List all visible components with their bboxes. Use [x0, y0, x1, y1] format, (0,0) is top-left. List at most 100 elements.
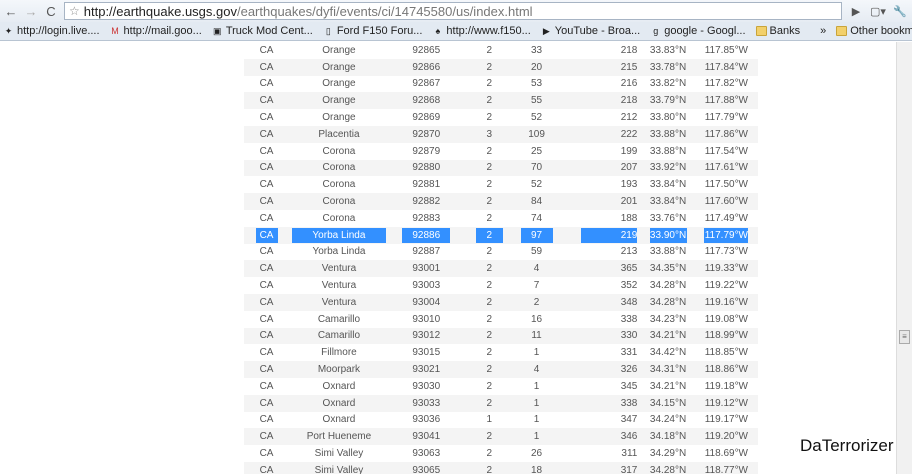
scrollbar-thumb[interactable]: ≡: [899, 330, 910, 344]
cell-latitude: 34.28°N: [641, 277, 694, 294]
cell-distance: 345: [558, 378, 641, 395]
distance-value: 345: [620, 380, 638, 392]
bookmark-item[interactable]: Banks: [755, 25, 800, 37]
table-row: CA Yorba Linda 92886 2 97 219 33.90°N 117.79°W: [244, 226, 758, 244]
state-value: CA: [259, 448, 274, 460]
cell-longitude: 118.85°W: [695, 344, 758, 361]
distance-value: 215: [620, 61, 638, 73]
bookmark-label: http://mail.goo...: [123, 25, 202, 37]
cell-latitude: 34.42°N: [641, 344, 694, 361]
cell-longitude: 119.18°W: [695, 378, 758, 395]
table-row: CA Moorpark 93021 2 4 326 34.31°N 118.86°W: [244, 361, 758, 378]
cell-latitude: 33.84°N: [641, 176, 694, 193]
city-value: Corona: [322, 145, 356, 157]
page-menu-icon[interactable]: ▢▾: [870, 5, 886, 18]
cell-longitude: 117.61°W: [694, 159, 758, 177]
state-value: CA: [259, 145, 274, 157]
city-value: Camarillo: [317, 330, 361, 342]
cell-distance: 215: [558, 58, 642, 76]
responses-value: 84: [530, 196, 543, 208]
cell-responses: 16: [515, 311, 559, 328]
longitude-value: 119.18°W: [704, 380, 748, 392]
city-value: Orange: [322, 61, 356, 73]
cell-longitude: 117.86°W: [694, 125, 758, 143]
cdi-value: 2: [486, 212, 493, 224]
distance-value: 212: [620, 112, 638, 124]
table-row: CA Orange 92865 2 33 218 33.83°N 117.85°W: [244, 42, 758, 59]
cell-latitude: 33.76°N: [641, 210, 694, 227]
distance-value: 317: [620, 464, 638, 474]
cdi-value: 2: [486, 380, 493, 392]
cell-state: CA: [244, 461, 290, 474]
cell-longitude: 119.22°W: [695, 277, 758, 294]
cell-zip: 92886: [388, 226, 464, 244]
longitude-value: 117.86°W: [704, 128, 748, 140]
state-value: CA: [259, 95, 274, 107]
zip-value: 93010: [412, 313, 441, 325]
longitude-value: 119.16°W: [704, 296, 748, 308]
latitude-value: 33.84°N: [649, 179, 687, 191]
cell-cdi: 2: [463, 394, 515, 412]
state-value: CA: [259, 78, 274, 90]
bookmarks-overflow-button[interactable]: »: [820, 25, 826, 37]
bookmark-item[interactable]: ▶ YouTube - Broa...: [541, 25, 640, 37]
bookmark-item[interactable]: g google - Googl...: [650, 25, 745, 37]
wrench-icon[interactable]: 🔧: [892, 5, 908, 18]
cell-state: CA: [244, 344, 289, 361]
folder-icon: [755, 26, 767, 36]
cell-distance: 207: [558, 159, 642, 177]
dyfi-zip-table: CA Orange 92865 2 33 218 33.83°N 117.85°W CA Oran…: [244, 42, 758, 474]
cdi-value: 2: [486, 313, 493, 325]
cell-zip: 92883: [389, 210, 464, 227]
cell-longitude: 119.17°W: [695, 412, 758, 429]
cell-cdi: 2: [464, 277, 515, 294]
cell-longitude: 119.33°W: [694, 260, 758, 278]
vertical-scrollbar[interactable]: ≡: [896, 42, 912, 474]
bookmark-favicon: ✦: [4, 26, 13, 36]
bookmark-favicon: ♠: [435, 26, 441, 36]
city-value: Ventura: [321, 280, 357, 292]
cell-city: Corona: [289, 143, 389, 160]
cell-zip: 92869: [389, 109, 464, 126]
bookmark-item[interactable]: ▯ Ford F150 Foru...: [323, 25, 423, 37]
cell-city: Yorba Linda: [289, 244, 389, 261]
cell-zip: 93003: [389, 277, 464, 294]
responses-value: 52: [530, 179, 543, 191]
cell-city: Corona: [289, 210, 389, 227]
back-icon[interactable]: ←: [4, 4, 18, 19]
cell-longitude: 117.82°W: [695, 76, 758, 93]
star-icon[interactable]: ☆: [69, 4, 80, 18]
cell-distance: 365: [558, 260, 642, 278]
cdi-value: 2: [486, 196, 493, 208]
latitude-value: 34.28°N: [649, 280, 687, 292]
city-value: Placentia: [318, 128, 360, 140]
distance-value: 338: [620, 313, 638, 325]
bookmark-item[interactable]: ▣ Truck Mod Cent...: [212, 25, 313, 37]
cell-distance: 348: [558, 293, 642, 311]
reload-icon[interactable]: C: [44, 4, 58, 19]
cell-responses: 4: [514, 361, 559, 378]
bookmark-item[interactable]: ♠ http://www.f150...: [432, 25, 531, 37]
table-row: CA Orange 92866 2 20 215 33.78°N 117.84°W: [244, 58, 758, 76]
cdi-value: 2: [486, 280, 493, 292]
cell-responses: 59: [515, 244, 559, 261]
cdi-value: 2: [486, 162, 493, 174]
other-bookmarks[interactable]: Other bookmarks: [836, 25, 912, 37]
state-value: CA: [259, 196, 274, 208]
go-icon[interactable]: ▶: [848, 5, 864, 18]
cell-cdi: 2: [464, 109, 515, 126]
latitude-value: 34.42°N: [649, 347, 687, 359]
table-row: CA Fillmore 93015 2 1 331 34.42°N 118.85°W: [244, 344, 758, 361]
cell-distance: 326: [558, 361, 642, 378]
cell-distance: 331: [558, 344, 641, 361]
zip-value: 92886: [402, 227, 451, 243]
cell-zip: 93015: [389, 344, 464, 361]
forward-icon[interactable]: →: [24, 4, 38, 19]
cdi-value: 2: [486, 448, 493, 460]
cell-state: CA: [244, 159, 290, 177]
bookmark-item[interactable]: Mhttp://mail.goo...: [110, 25, 202, 37]
bookmark-item[interactable]: ✦ http://login.live....: [3, 25, 100, 37]
distance-value: 338: [620, 397, 638, 409]
address-bar[interactable]: ☆ http://earthquake.usgs.gov/earthquakes…: [64, 2, 842, 20]
cell-city: Orange: [289, 76, 389, 93]
